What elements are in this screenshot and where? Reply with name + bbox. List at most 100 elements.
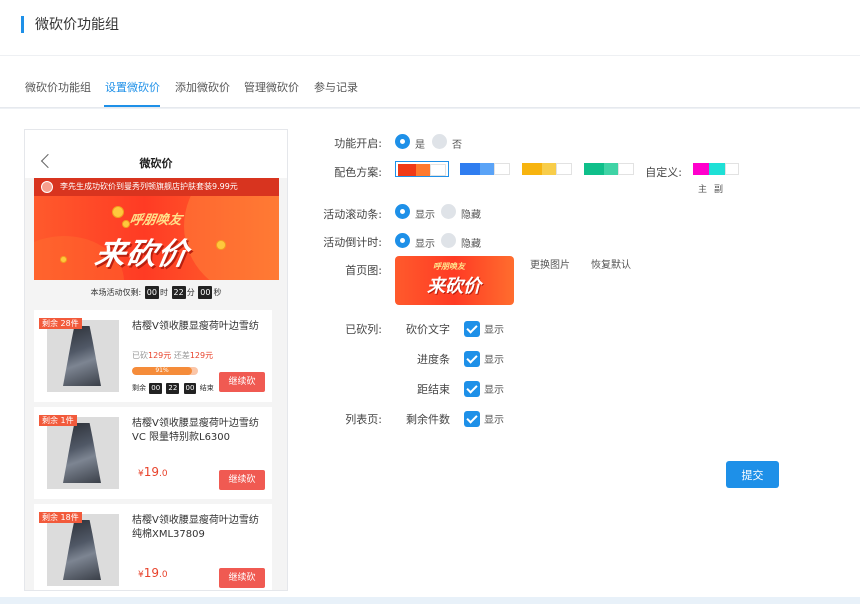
- product-image: [47, 320, 119, 392]
- price-decimal: .0: [159, 570, 168, 580]
- time-left-checkbox[interactable]: [464, 381, 480, 397]
- activity-ticker: 李先生成功砍价到曼秀列顿旗舰店护肤套装9.99元: [34, 178, 279, 196]
- progress-bar-checkbox[interactable]: [464, 351, 480, 367]
- product-name: 桔樱V领收腰显瘦荷叶边雪纺VC 限量特别款L6300: [132, 418, 259, 443]
- reset-default-link[interactable]: 恢复默认: [591, 256, 631, 271]
- stock-badge: 剩余 1件: [39, 415, 77, 426]
- dress-figure: [63, 520, 101, 580]
- product-price: ¥19.0: [138, 566, 168, 580]
- continue-bargain-button[interactable]: 继续砍: [219, 372, 265, 392]
- color-scheme-label: 配色方案:: [334, 166, 382, 179]
- user-avatar-icon: [41, 181, 53, 193]
- coin-icon: [60, 256, 67, 263]
- title-accent-bar: [21, 16, 24, 33]
- cut-value: 129元: [148, 351, 172, 360]
- cut-label: 已砍: [132, 351, 148, 360]
- color-chip: [398, 164, 416, 176]
- coin-icon: [112, 206, 124, 218]
- change-image-link[interactable]: 更换图片: [530, 256, 570, 271]
- color-chip: [494, 163, 510, 175]
- remaining-stock-checkbox[interactable]: [464, 411, 480, 427]
- stock-badge: 剩余 18件: [39, 512, 82, 523]
- list-page-label: 列表页:: [345, 413, 382, 426]
- enable-yes-radio[interactable]: [395, 134, 410, 149]
- active-tab-indicator: [104, 105, 160, 107]
- remaining-stock-check-label: 显示: [484, 415, 504, 426]
- bargain-progress-bar: 91%: [132, 367, 198, 375]
- product-card[interactable]: 剩余 1件 桔樱V领收腰显瘦荷叶边雪纺VC 限量特别款L6300 ¥19.0 继…: [34, 407, 272, 499]
- enable-no-label: 否: [452, 140, 462, 151]
- custom-color-swatch[interactable]: [693, 161, 741, 177]
- preview-navbar: 微砍价: [25, 130, 287, 178]
- countdown-minutes-unit: 分: [186, 288, 195, 297]
- color-chip: [709, 163, 725, 175]
- homepage-image-preview[interactable]: 呼朋唤友 来砍价: [395, 256, 514, 305]
- enable-no-radio[interactable]: [432, 134, 447, 149]
- countdown-hours-unit: 时: [159, 288, 168, 297]
- remain-suffix: 结束: [199, 384, 214, 392]
- tab-manage[interactable]: 管理微砍价: [244, 79, 299, 95]
- homepage-image-subtitle: 呼朋唤友: [433, 262, 465, 271]
- product-price: ¥19.0: [138, 465, 168, 479]
- continue-bargain-button[interactable]: 继续砍: [219, 568, 265, 588]
- price-integer: 19: [143, 566, 160, 580]
- progress-bar-check-label: 显示: [484, 355, 504, 366]
- stock-badge: 剩余 28件: [39, 318, 82, 329]
- countdown-hide-label: 隐藏: [461, 239, 481, 250]
- countdown-seconds: 00: [198, 286, 213, 299]
- color-chip: [725, 163, 739, 175]
- tab-records[interactable]: 参与记录: [314, 79, 358, 95]
- product-card[interactable]: 剩余 28件 桔樱V领收腰显瘦荷叶边雪纺 已砍129元 还差129元 91% 剩…: [34, 310, 272, 402]
- product-image: [47, 514, 119, 586]
- countdown-label: 活动倒计时:: [323, 236, 382, 249]
- bargained-column-label: 已砍列:: [345, 323, 382, 336]
- product-card[interactable]: 剩余 18件 桔樱V领收腰显瘦荷叶边雪纺纯棉XML37809 ¥19.0 继续砍: [34, 504, 272, 590]
- tab-add[interactable]: 添加微砍价: [175, 79, 230, 95]
- banner-decoration: [184, 196, 279, 280]
- dress-figure: [63, 326, 101, 386]
- countdown-show-label: 显示: [415, 239, 435, 250]
- color-scheme-option[interactable]: [460, 161, 514, 177]
- color-chip: [584, 163, 604, 175]
- ticker-text: 李先生成功砍价到曼秀列顿旗舰店护肤套装9.99元: [60, 182, 238, 191]
- countdown-hours: 00: [144, 286, 159, 299]
- progress-bar-label: 进度条: [417, 353, 450, 366]
- color-scheme-option[interactable]: [395, 161, 449, 177]
- scroll-bar-label: 活动滚动条:: [323, 208, 382, 221]
- continue-bargain-button[interactable]: 继续砍: [219, 470, 265, 490]
- bargain-text-label: 砍价文字: [406, 323, 450, 336]
- remain-seconds: 00: [183, 383, 197, 394]
- bargain-text-checkbox[interactable]: [464, 321, 480, 337]
- mobile-preview: 微砍价 李先生成功砍价到曼秀列顿旗舰店护肤套装9.99元 呼朋唤友 来砍价 本场…: [24, 129, 288, 591]
- scroll-show-radio[interactable]: [395, 204, 410, 219]
- countdown-seconds-unit: 秒: [213, 288, 222, 297]
- countdown-hide-radio[interactable]: [441, 233, 456, 248]
- submit-button[interactable]: 提交: [726, 461, 779, 488]
- bargain-text-check-label: 显示: [484, 325, 504, 336]
- color-chip: [693, 163, 709, 175]
- tab-settings[interactable]: 设置微砍价: [105, 79, 160, 95]
- custom-primary-label: 主: [698, 185, 708, 195]
- remain-hours: 00: [149, 383, 163, 394]
- page-header: 微砍价功能组: [0, 0, 860, 56]
- color-chip: [604, 163, 618, 175]
- color-chip: [522, 163, 542, 175]
- countdown-minutes: 22: [171, 286, 186, 299]
- homepage-image-label: 首页图:: [345, 264, 382, 277]
- color-chip: [480, 163, 494, 175]
- homepage-image-headline: 来砍价: [427, 276, 481, 297]
- color-scheme-option[interactable]: [522, 161, 576, 177]
- enable-label: 功能开启:: [334, 137, 382, 150]
- dress-figure: [63, 423, 101, 483]
- banner-headline: 来砍价: [92, 237, 192, 272]
- card-countdown: 剩余 00 22 00 结束: [132, 383, 214, 394]
- scroll-show-label: 显示: [415, 210, 435, 221]
- color-chip: [430, 164, 446, 176]
- remain-minutes: 22: [166, 383, 180, 394]
- remaining-stock-label: 剩余件数: [406, 413, 450, 426]
- remain-label: 剩余: [132, 384, 146, 392]
- tab-function-group[interactable]: 微砍价功能组: [25, 79, 91, 95]
- scroll-hide-radio[interactable]: [441, 204, 456, 219]
- countdown-show-radio[interactable]: [395, 233, 410, 248]
- left-value: 129元: [189, 351, 214, 360]
